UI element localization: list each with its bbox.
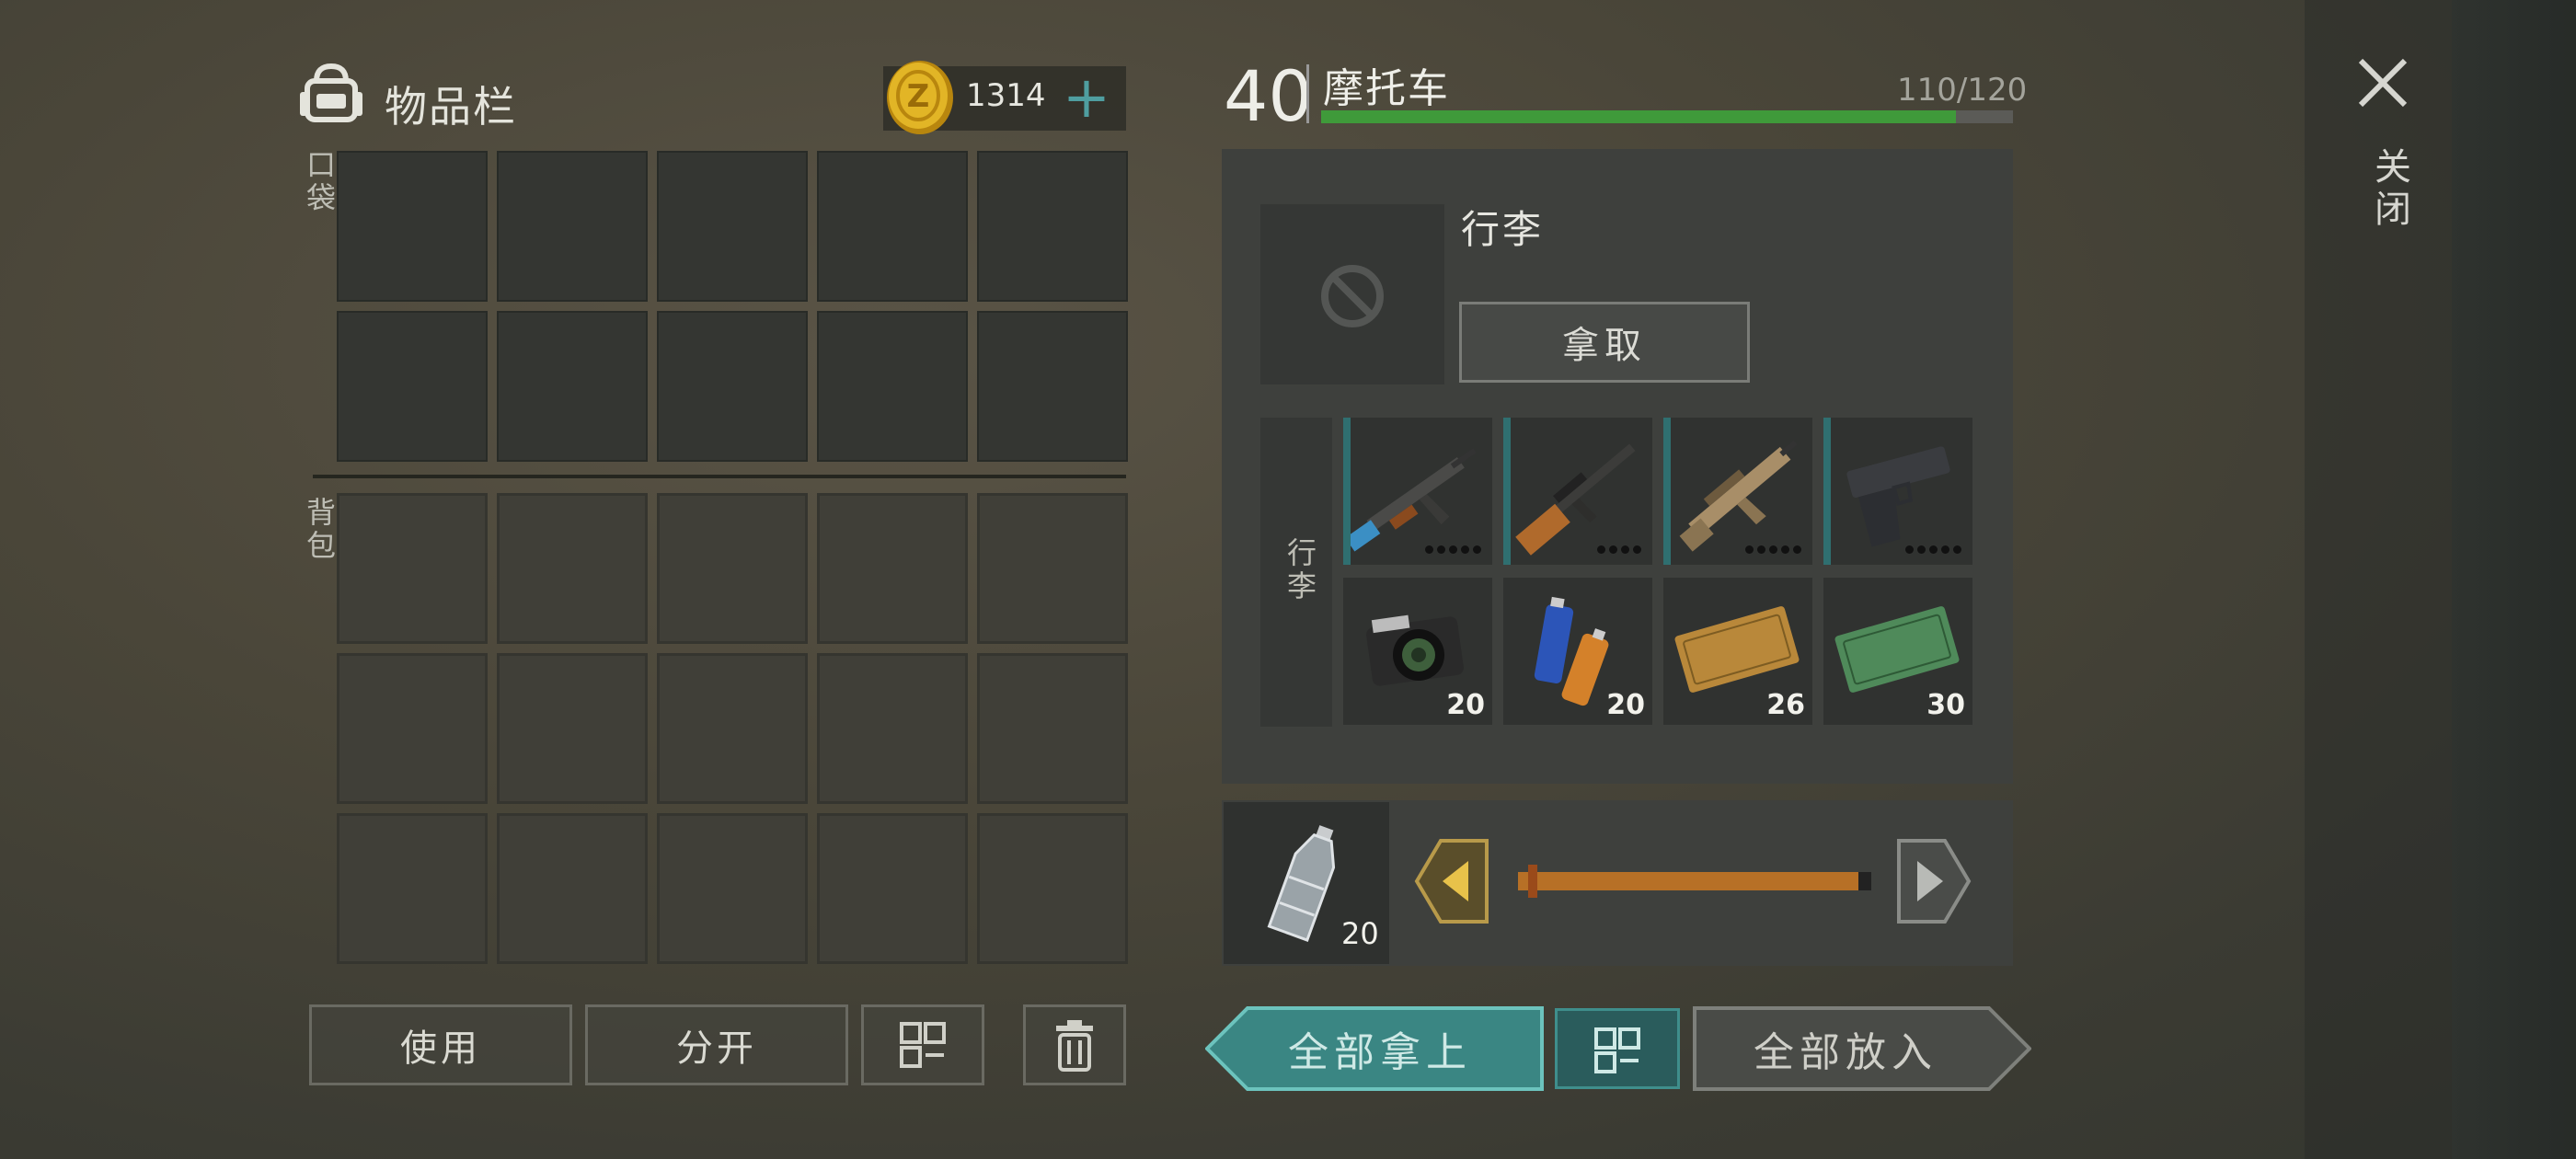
grid-sort-icon — [1594, 1027, 1640, 1073]
item-count: 30 — [1926, 689, 1965, 721]
section-divider — [313, 475, 1126, 478]
add-coins-button[interactable]: + — [1063, 69, 1110, 126]
take-all-label: 全部拿上 — [1288, 1029, 1472, 1076]
put-all-label: 全部放入 — [1754, 1029, 1938, 1076]
backpack-slot[interactable] — [337, 653, 488, 804]
close-label[interactable]: 关闭 — [2363, 147, 2416, 232]
item-sniper-rifle[interactable] — [1503, 418, 1652, 565]
pocket-slot[interactable] — [817, 151, 968, 302]
item-pistol[interactable] — [1823, 418, 1972, 565]
increase-arrow-button[interactable] — [1895, 837, 1972, 925]
item-tan-rifle[interactable] — [1663, 418, 1812, 565]
coin-amount: 1314 — [966, 77, 1046, 114]
item-camera[interactable]: 20 — [1343, 578, 1492, 725]
item-count: 26 — [1766, 689, 1805, 721]
durability-dots — [1597, 545, 1641, 554]
pistol-icon — [1846, 446, 1950, 547]
item-count: 20 — [1446, 689, 1485, 721]
sniper-rifle-icon — [1515, 443, 1636, 556]
grid-sort-icon — [900, 1022, 946, 1068]
pocket-slot[interactable] — [337, 151, 488, 302]
backpack-slot[interactable] — [497, 653, 648, 804]
item-survival-kit-coupon[interactable]: 26 — [1663, 578, 1812, 725]
durability-dots — [1425, 545, 1481, 554]
slider-handle[interactable] — [1528, 865, 1537, 898]
coin-icon: Z — [887, 61, 953, 134]
capacity-bar-fill — [1321, 110, 1956, 123]
decrease-arrow-button[interactable] — [1413, 837, 1490, 925]
item-batteries[interactable]: 20 — [1503, 578, 1652, 725]
backpack-slot[interactable] — [977, 813, 1128, 964]
item-ration-coupon[interactable]: 30 — [1823, 578, 1972, 725]
backpack-grid — [337, 493, 1128, 964]
assault-rifle-icon — [1351, 448, 1477, 552]
backpack-label: 背包 — [302, 497, 337, 563]
vehicle-capacity: 110/120 — [1897, 72, 2028, 109]
luggage-side-tab: 行李 — [1260, 418, 1332, 727]
split-button[interactable]: 分开 — [585, 1004, 848, 1085]
header-separator — [1306, 64, 1309, 123]
pocket-label: 口袋 — [302, 149, 337, 215]
backpack-slot[interactable] — [817, 653, 968, 804]
durability-dots — [1905, 545, 1961, 554]
pocket-slot[interactable] — [817, 311, 968, 462]
durability-dots — [1745, 545, 1801, 554]
backpack-slot[interactable] — [977, 493, 1128, 644]
pocket-slot[interactable] — [497, 311, 648, 462]
item-assault-rifle[interactable] — [1343, 418, 1492, 565]
backpack-slot[interactable] — [817, 813, 968, 964]
luggage-side-label: 行李 — [1282, 537, 1317, 603]
inventory-title: 物品栏 — [385, 82, 517, 132]
use-button[interactable]: 使用 — [309, 1004, 572, 1085]
pocket-grid — [337, 151, 1128, 462]
sort-luggage-button[interactable] — [1555, 1008, 1680, 1089]
take-button[interactable]: 拿取 — [1459, 302, 1750, 383]
sort-button[interactable] — [861, 1004, 984, 1085]
svg-text:Z: Z — [907, 78, 930, 115]
vehicle-level: 40 — [1224, 55, 1313, 137]
backpack-slot[interactable] — [657, 653, 808, 804]
delete-button[interactable] — [1023, 1004, 1126, 1085]
water-bottle-icon — [1267, 825, 1336, 942]
pocket-slot[interactable] — [977, 311, 1128, 462]
luggage-slot[interactable] — [1260, 204, 1444, 384]
trash-icon — [1056, 1020, 1093, 1072]
backpack-slot[interactable] — [497, 493, 648, 644]
quantity-slider[interactable] — [1518, 872, 1858, 890]
luggage-title: 行李 — [1461, 207, 1545, 252]
slider-track-end — [1858, 872, 1871, 890]
pocket-slot[interactable] — [977, 151, 1128, 302]
pocket-slot[interactable] — [657, 311, 808, 462]
transfer-count: 20 — [1341, 916, 1379, 951]
backpack-slot[interactable] — [657, 813, 808, 964]
no-item-icon — [1321, 265, 1384, 327]
pocket-slot[interactable] — [657, 151, 808, 302]
backpack-slot[interactable] — [657, 493, 808, 644]
item-count: 20 — [1606, 689, 1645, 721]
pocket-slot[interactable] — [337, 311, 488, 462]
pocket-slot[interactable] — [497, 151, 648, 302]
backpack-slot[interactable] — [977, 653, 1128, 804]
backpack-slot[interactable] — [817, 493, 968, 644]
backpack-slot[interactable] — [337, 813, 488, 964]
backpack-slot[interactable] — [497, 813, 648, 964]
close-icon[interactable] — [2355, 55, 2410, 110]
backpack-icon — [300, 63, 362, 122]
tan-rifle-icon — [1679, 440, 1798, 552]
backpack-slot[interactable] — [337, 493, 488, 644]
vehicle-name: 摩托车 — [1323, 65, 1450, 112]
side-panel-background — [2452, 0, 2576, 1159]
